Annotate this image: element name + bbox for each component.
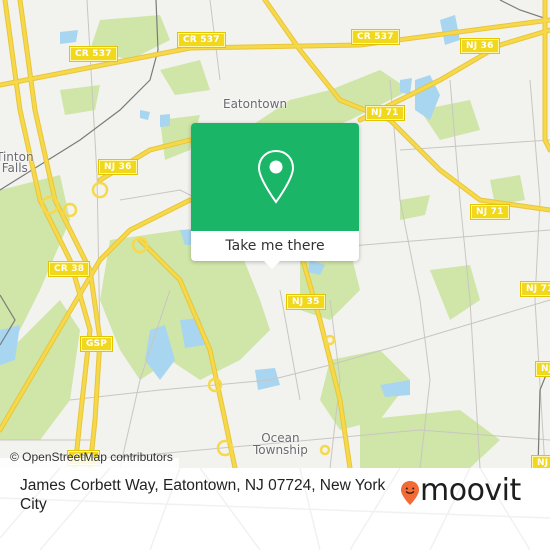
road-shield-cr537: CR 537 <box>177 32 226 48</box>
road-shield-nj71: NJ 71 <box>470 204 510 220</box>
popup-header <box>191 123 359 231</box>
road-shield-cr537: CR 537 <box>69 46 118 62</box>
road-shield-nj36: NJ 36 <box>98 159 138 175</box>
map-attribution[interactable]: © OpenStreetMap contributors <box>0 451 179 468</box>
moovit-pin-icon <box>401 481 419 505</box>
attribution-text: © OpenStreetMap contributors <box>10 450 173 464</box>
road-shield-cr537: CR 537 <box>351 29 400 45</box>
road-shield-nj71: NJ 71 <box>365 105 405 121</box>
map-pin-icon <box>257 149 295 204</box>
location-popup: Take me there <box>191 123 359 269</box>
road-shield-nj35: NJ 35 <box>286 294 326 310</box>
map-view[interactable]: CR 537 CR 537 CR 537 NJ 36 NJ 36 NJ 71 N… <box>0 0 550 468</box>
place-label-ocean-township: Ocean Township <box>253 431 308 457</box>
place-label-tinton-falls: Tinton Falls <box>0 150 34 175</box>
take-me-there-button[interactable]: Take me there <box>191 231 359 261</box>
popup-pointer <box>264 261 280 269</box>
road-shield-nj36: NJ 36 <box>460 38 500 54</box>
road-shield-nj: NJ <box>530 455 550 468</box>
footer-bar: James Corbett Way, Eatontown, NJ 07724, … <box>0 468 550 550</box>
address-text: James Corbett Way, Eatontown, NJ 07724, … <box>20 477 386 513</box>
moovit-wordmark: moovit <box>420 473 521 508</box>
road-shield-cr38: CR 38 <box>47 261 91 277</box>
road-shield-nj: NJ <box>534 361 550 377</box>
road-shield-nj71: NJ 71 <box>520 281 550 297</box>
place-label-eatontown: Eatontown <box>223 97 288 111</box>
road-shield-gsp: GSP <box>79 336 114 352</box>
moovit-logo[interactable]: moovit <box>398 472 548 512</box>
